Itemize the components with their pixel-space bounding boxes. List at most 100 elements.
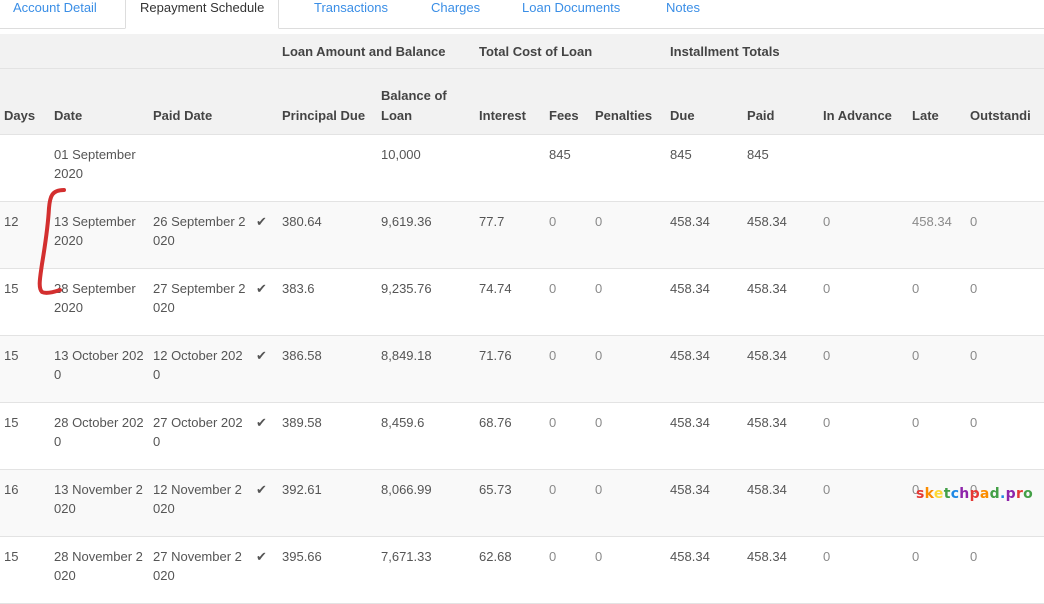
cell-days: 15 [0, 536, 50, 604]
col-fees: Fees [545, 68, 592, 135]
cell-balance: 8,459.6 [377, 402, 476, 470]
cell-interest: 71.76 [475, 335, 546, 403]
cell-late: 0 [908, 469, 967, 537]
cell-penalties: 0 [591, 268, 667, 336]
column-header-row: Days Date Paid Date Principal Due Balanc… [0, 68, 1044, 135]
table-row: 15 28 November 2020 27 November 2020 ✔ 395.6… [0, 536, 1044, 604]
paid-check-icon: ✔ [252, 268, 278, 336]
cell-outstanding: 0 [966, 268, 1044, 336]
cell-date: 28 November 2020 [50, 536, 149, 604]
cell-balance: 9,235.76 [377, 268, 476, 336]
watermark-letter: e [933, 486, 944, 502]
paid-check-icon [252, 134, 278, 202]
repayment-schedule-table: Loan Amount and Balance Total Cost of Lo… [0, 34, 1044, 604]
paid-check-icon: ✔ [252, 469, 278, 537]
cell-interest: 77.7 [475, 201, 546, 269]
cell-balance: 10,000 [377, 134, 476, 202]
group-installment-totals: Installment Totals [666, 34, 909, 69]
group-loan-amount: Loan Amount and Balance [278, 34, 476, 69]
col-days: Days [0, 68, 50, 135]
col-balance: Balance of Loan [377, 68, 476, 135]
cell-paid-date: 27 September 2020 [149, 268, 252, 336]
cell-due: 845 [666, 134, 744, 202]
col-paid-date: Paid Date [149, 68, 278, 135]
cell-paid: 458.34 [743, 335, 820, 403]
cell-interest: 62.68 [475, 536, 546, 604]
cell-interest: 68.76 [475, 402, 546, 470]
cell-outstanding: 0 [966, 201, 1044, 269]
cell-late [908, 134, 967, 202]
watermark-logo: sketchpad.pro [916, 486, 1033, 502]
watermark-letter: p [1005, 486, 1016, 502]
col-paid: Paid [743, 68, 820, 135]
tab-account-detail[interactable]: Account Detail [13, 0, 97, 27]
watermark-letter: o [1023, 486, 1034, 502]
paid-check-icon: ✔ [252, 335, 278, 403]
cell-paid: 458.34 [743, 268, 820, 336]
cell-paid-date: 27 November 2020 [149, 536, 252, 604]
cell-interest [475, 134, 546, 202]
table-row: 15 13 October 2020 12 October 2020 ✔ 386.58 8… [0, 335, 1044, 403]
watermark-letter: s [916, 486, 925, 502]
cell-due: 458.34 [666, 536, 744, 604]
cell-days: 15 [0, 402, 50, 470]
watermark-letter: d [989, 486, 1000, 502]
cell-in-advance: 0 [819, 536, 909, 604]
table-row: 15 28 September 2020 27 September 2020 ✔ 383… [0, 268, 1044, 336]
cell-in-advance [819, 134, 909, 202]
col-due: Due [666, 68, 744, 135]
cell-balance: 8,066.99 [377, 469, 476, 537]
cell-principal-due: 386.58 [278, 335, 377, 403]
col-penalties: Penalties [591, 68, 667, 135]
cell-balance: 8,849.18 [377, 335, 476, 403]
col-date: Date [50, 68, 149, 135]
watermark-letter: c [950, 486, 960, 502]
table-row: 01 September 2020 10,000 845 845 845 [0, 134, 1044, 202]
cell-paid-date: 12 November 2020 [149, 469, 252, 537]
cell-paid-date: 27 October 2020 [149, 402, 252, 470]
cell-due: 458.34 [666, 335, 744, 403]
cell-principal-due: 395.66 [278, 536, 377, 604]
cell-penalties: 0 [591, 536, 667, 604]
cell-paid: 458.34 [743, 536, 820, 604]
cell-late: 0 [908, 402, 967, 470]
cell-outstanding: 0 [966, 335, 1044, 403]
red-bracket-annotation [37, 188, 66, 295]
table-row: 15 28 October 2020 27 October 2020 ✔ 389.58 8… [0, 402, 1044, 470]
cell-date: 28 October 2020 [50, 402, 149, 470]
watermark-letter: k [924, 486, 934, 502]
paid-check-icon: ✔ [252, 201, 278, 269]
cell-late: 0 [908, 536, 967, 604]
tab-loan-documents[interactable]: Loan Documents [522, 0, 620, 27]
tab-transactions[interactable]: Transactions [314, 0, 388, 27]
tab-charges[interactable]: Charges [431, 0, 480, 27]
cell-days: 16 [0, 469, 50, 537]
cell-outstanding: 0 [966, 469, 1044, 537]
cell-paid-date: 12 October 2020 [149, 335, 252, 403]
watermark-letter: h [959, 486, 970, 502]
watermark-letter: p [969, 486, 980, 502]
cell-due: 458.34 [666, 268, 744, 336]
cell-in-advance: 0 [819, 402, 909, 470]
cell-principal-due: 383.6 [278, 268, 377, 336]
col-late: Late [908, 68, 967, 135]
cell-days: 15 [0, 335, 50, 403]
col-interest: Interest [475, 68, 546, 135]
cell-in-advance: 0 [819, 201, 909, 269]
cell-due: 458.34 [666, 402, 744, 470]
cell-principal-due: 389.58 [278, 402, 377, 470]
cell-fees: 0 [545, 402, 592, 470]
col-principal-due: Principal Due [278, 68, 377, 135]
cell-date: 13 October 2020 [50, 335, 149, 403]
cell-outstanding: 0 [966, 536, 1044, 604]
tab-repayment-schedule[interactable]: Repayment Schedule [125, 0, 280, 29]
table-row: 12 13 September 2020 26 September 2020 ✔ 380… [0, 201, 1044, 269]
cell-outstanding [966, 134, 1044, 202]
cell-in-advance: 0 [819, 268, 909, 336]
tab-notes[interactable]: Notes [666, 0, 700, 27]
cell-paid-date: 26 September 2020 [149, 201, 252, 269]
cell-balance: 9,619.36 [377, 201, 476, 269]
paid-check-icon: ✔ [252, 402, 278, 470]
cell-fees: 845 [545, 134, 592, 202]
cell-penalties: 0 [591, 402, 667, 470]
